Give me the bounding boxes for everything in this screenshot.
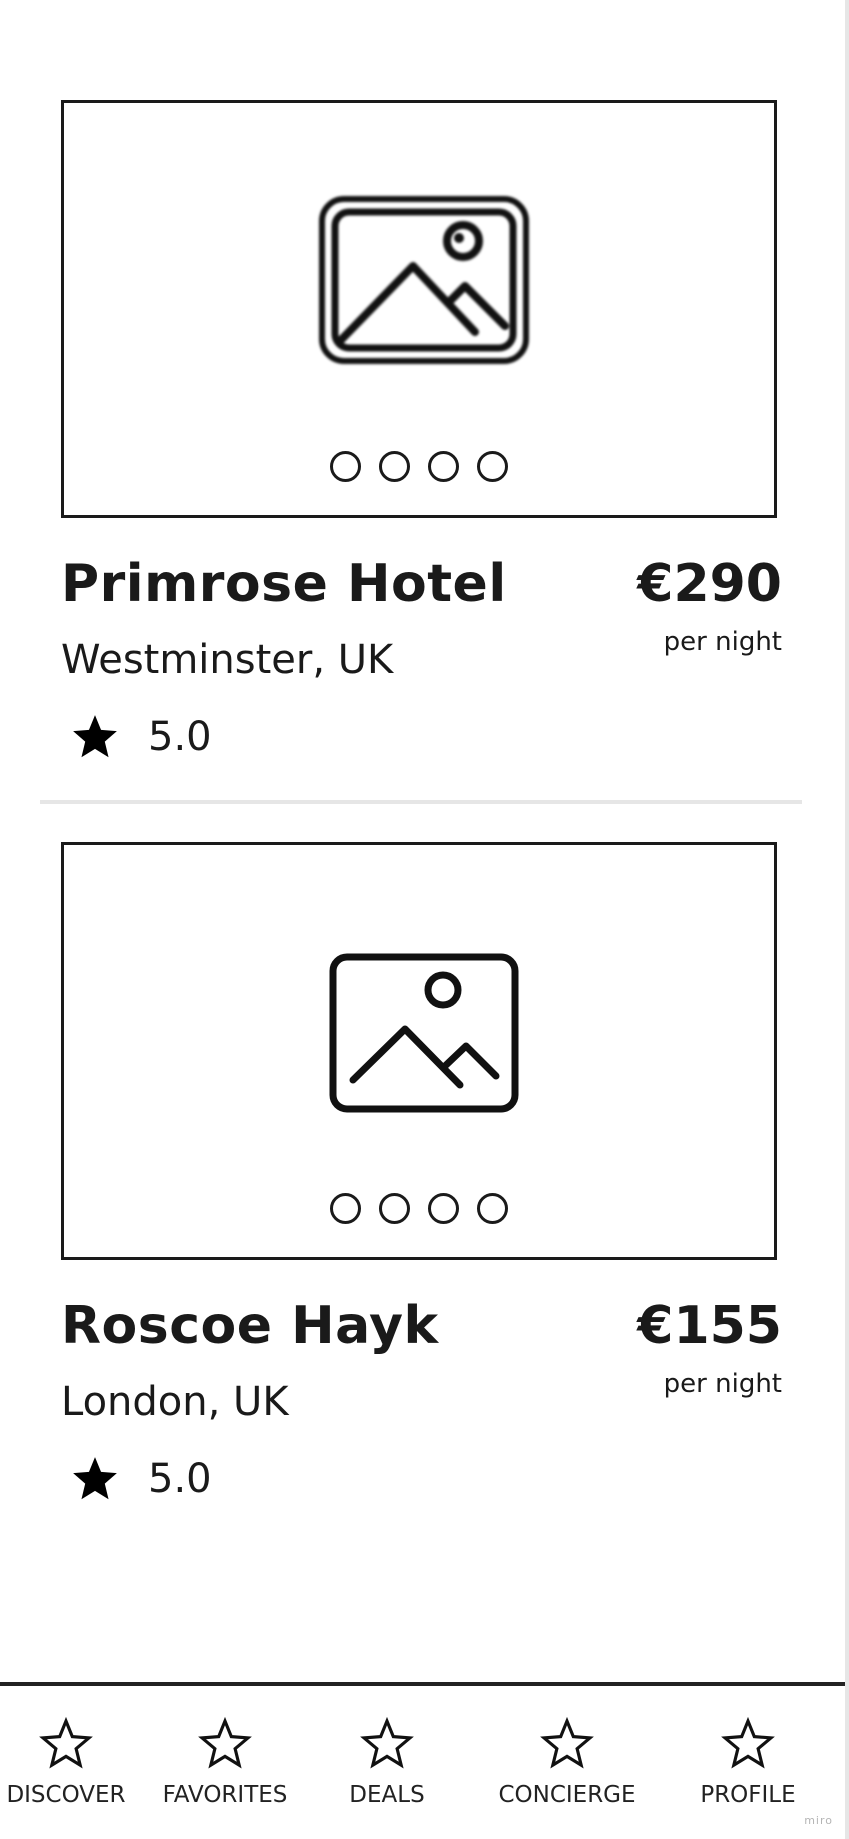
scroll-edge [845,0,849,1839]
carousel-dots [64,1193,774,1224]
nav-label: PROFILE [700,1782,796,1808]
carousel-dot[interactable] [428,1193,459,1224]
carousel-dot[interactable] [330,451,361,482]
nav-item-deals[interactable]: DEALS [307,1717,467,1809]
carousel-dots [64,451,774,482]
listing-divider [40,800,802,804]
star-outline-icon [721,1717,775,1769]
rating-value: 5.0 [148,1456,212,1502]
price: €290 [637,554,782,614]
star-outline-icon [39,1717,93,1769]
star-outline-icon [198,1717,252,1769]
nav-item-favorites[interactable]: FAVORITES [145,1717,305,1809]
carousel-dot[interactable] [379,451,410,482]
hotel-location: London, UK [61,1379,289,1425]
bottom-nav: DISCOVER FAVORITES DEALS CONCIERGE PROFI… [0,1682,845,1839]
rating: 5.0 [68,712,212,762]
carousel-dot[interactable] [477,451,508,482]
carousel-dot[interactable] [330,1193,361,1224]
price: €155 [637,1296,782,1356]
hotel-name[interactable]: Primrose Hotel [61,554,507,614]
nav-label: DISCOVER [6,1782,126,1808]
hotel-name[interactable]: Roscoe Hayk [61,1296,439,1356]
carousel-dot[interactable] [379,1193,410,1224]
hotel-location: Westminster, UK [61,637,394,683]
listing-photo[interactable] [61,100,777,518]
image-placeholder-icon [329,953,519,1113]
price-unit: per night [663,627,782,657]
carousel-dot[interactable] [477,1193,508,1224]
nav-label: DEALS [349,1782,425,1808]
rating: 5.0 [68,1454,212,1504]
nav-item-discover[interactable]: DISCOVER [0,1717,146,1809]
star-outline-icon [360,1717,414,1769]
star-filled-icon [73,715,117,758]
listing-photo[interactable] [61,842,777,1260]
nav-item-concierge[interactable]: CONCIERGE [487,1717,647,1809]
star-outline-icon [540,1717,594,1769]
nav-label: FAVORITES [162,1782,288,1808]
nav-label: CONCIERGE [498,1782,636,1808]
miro-watermark: miro [804,1814,833,1827]
image-placeholder-icon [319,196,529,364]
price-unit: per night [663,1369,782,1399]
carousel-dot[interactable] [428,451,459,482]
rating-value: 5.0 [148,714,212,760]
star-filled-icon [73,1457,117,1500]
nav-item-profile[interactable]: PROFILE [668,1717,828,1809]
